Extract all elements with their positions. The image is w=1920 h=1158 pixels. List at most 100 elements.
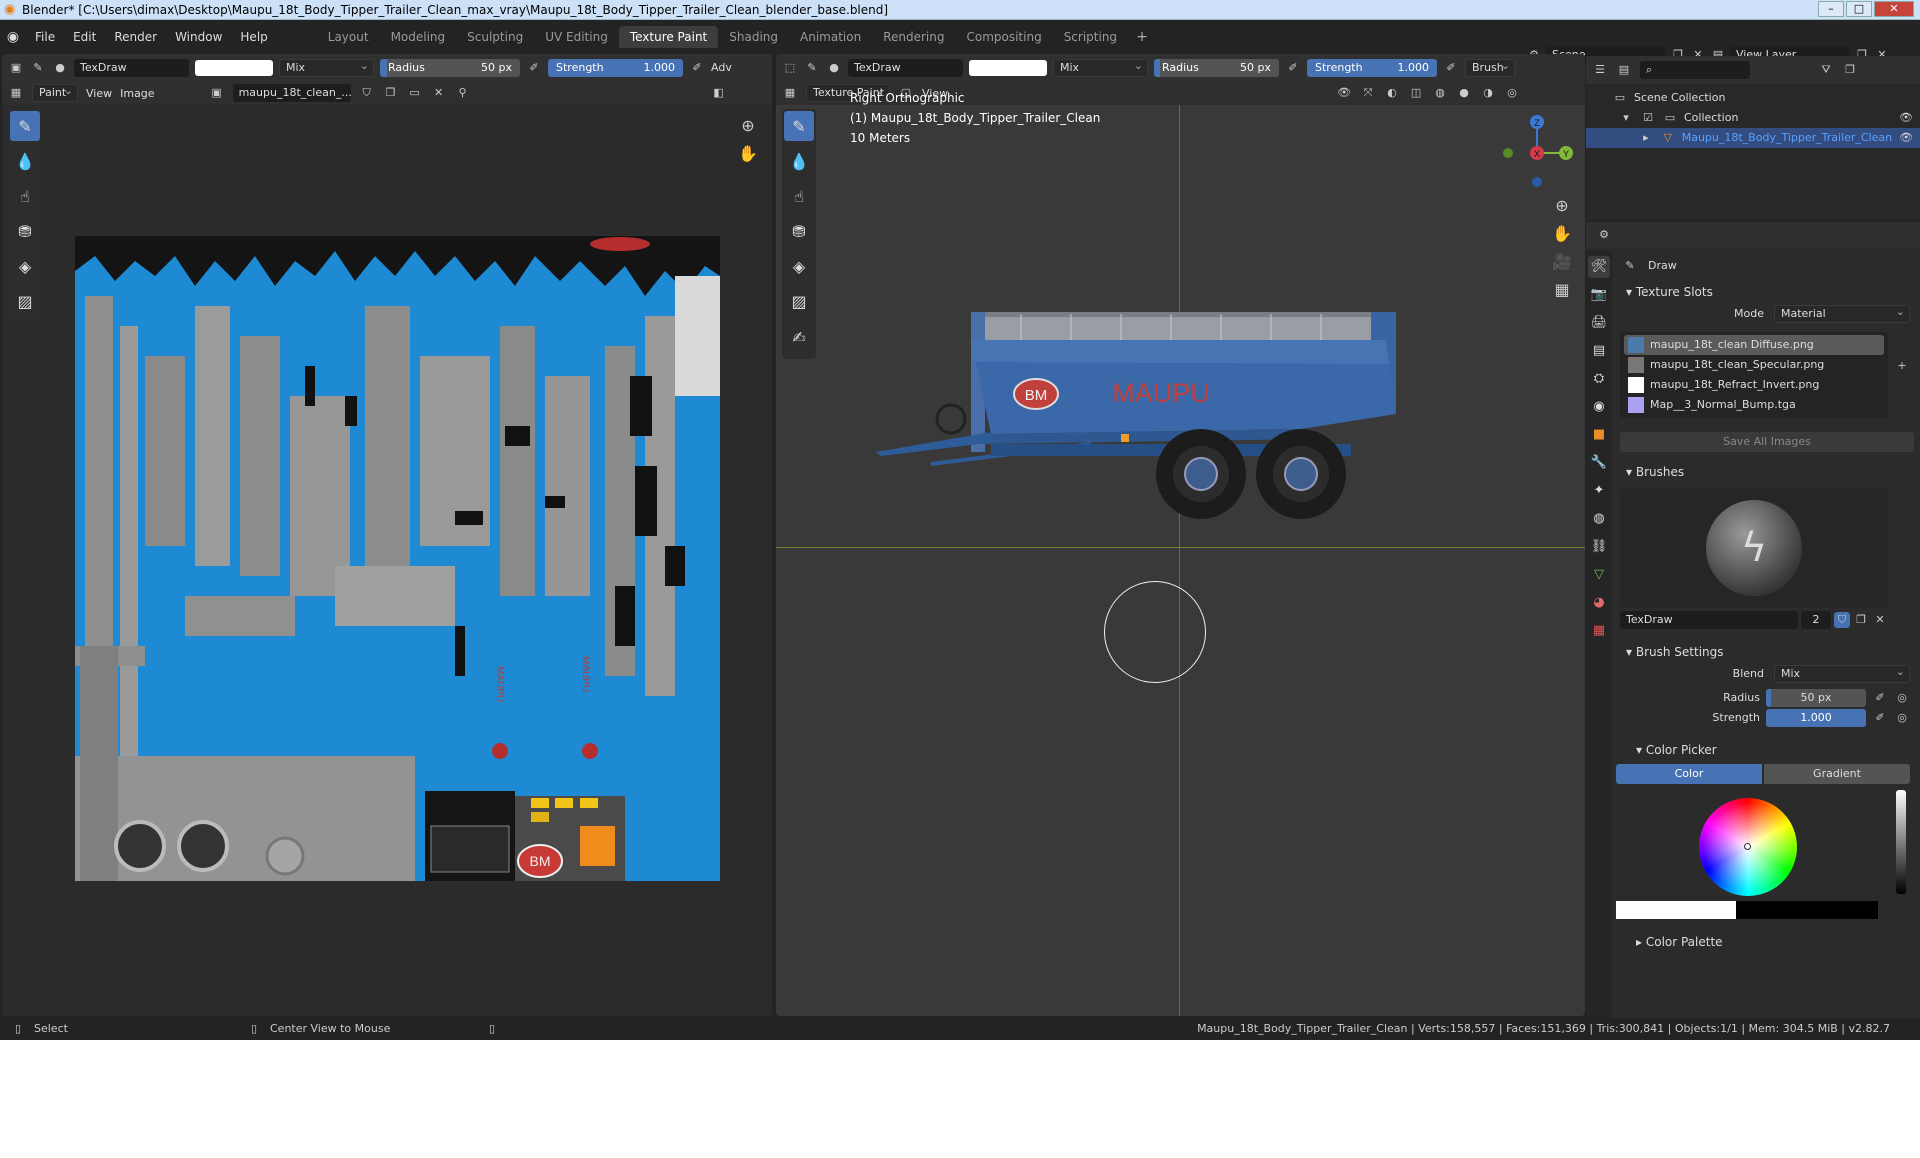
strength-slider[interactable]: Strength 1.000 (1307, 58, 1437, 77)
smear-tool-icon[interactable]: ☝ (10, 181, 40, 211)
smear-tool-icon[interactable]: ☝ (784, 181, 814, 211)
modifier-tab-icon[interactable]: 🔧 (1588, 452, 1610, 474)
gradient-tab[interactable]: Gradient (1764, 764, 1910, 784)
strength-unified-icon[interactable]: ◎ (1894, 710, 1910, 726)
tab-rendering[interactable]: Rendering (872, 26, 955, 48)
new-collection-icon[interactable]: ❐ (1842, 62, 1858, 78)
image-name-field[interactable]: maupu_18t_clean_... (232, 84, 352, 102)
brushes-panel-header[interactable]: ▾ Brushes (1616, 460, 1914, 484)
radius-pressure-icon[interactable]: ✐ (1872, 690, 1888, 706)
radius-slider[interactable]: Radius 50 px (380, 58, 520, 77)
outliner-editor-icon[interactable]: ☰ (1592, 62, 1608, 78)
strength-pressure-icon[interactable]: ✐ (689, 60, 705, 76)
brush-menu-dropdown[interactable]: Brush (1465, 58, 1515, 77)
strength-pressure-icon[interactable]: ✐ (1872, 710, 1888, 726)
solid-shading-icon[interactable]: ● (1456, 85, 1472, 101)
value-slider[interactable] (1896, 790, 1906, 894)
brush-tool-icon[interactable]: ✎ (30, 60, 46, 76)
color-tab[interactable]: Color (1616, 764, 1762, 784)
blender-menu-icon[interactable]: ◉ (0, 29, 26, 45)
texture-tab-icon[interactable]: ▦ (1588, 620, 1610, 642)
draw-tool-icon[interactable]: ✎ (10, 111, 40, 141)
fake-user-icon[interactable]: ⛉ (359, 85, 375, 101)
fake-user-shield-icon[interactable]: ⛉ (1834, 612, 1850, 628)
add-slot-icon[interactable]: + (1894, 358, 1910, 374)
tab-layout[interactable]: Layout (317, 26, 380, 48)
blend-mode-dropdown[interactable]: Mix (1053, 58, 1148, 77)
tab-sculpting[interactable]: Sculpting (456, 26, 534, 48)
fill-tool-icon[interactable]: ◈ (10, 251, 40, 281)
tab-compositing[interactable]: Compositing (955, 26, 1052, 48)
strength-slider[interactable]: Strength 1.000 (548, 58, 683, 77)
ortho-grid-icon[interactable]: ▦ (1550, 278, 1574, 302)
world-tab-icon[interactable]: ◉ (1588, 396, 1610, 418)
mask-tool-icon[interactable]: ▨ (784, 286, 814, 316)
xray-icon[interactable]: ◫ (1408, 85, 1424, 101)
zoom-icon[interactable]: ⊕ (736, 114, 760, 138)
texture-slot-item[interactable]: maupu_18t_clean Diffuse.png (1624, 335, 1884, 355)
brush-name-field[interactable]: TexDraw (1620, 611, 1798, 629)
checkbox-icon[interactable]: ☑ (1640, 110, 1656, 126)
zoom-icon[interactable]: ⊕ (1550, 194, 1574, 218)
brush-data-icon[interactable]: ● (826, 60, 842, 76)
pan-hand-icon[interactable]: ✋ (1550, 222, 1574, 246)
editor-type-icon[interactable]: ▣ (8, 60, 24, 76)
texture-mode-dropdown[interactable]: Material (1774, 304, 1910, 323)
brush-name-field[interactable]: TexDraw (848, 58, 963, 77)
duplicate-brush-icon[interactable]: ❐ (1853, 612, 1869, 628)
image-menu[interactable]: Image (120, 87, 154, 100)
advanced-menu[interactable]: Adv (711, 61, 732, 74)
open-image-icon[interactable]: ▭ (407, 85, 423, 101)
camera-view-icon[interactable]: 🎥 (1550, 250, 1574, 274)
maximize-button[interactable]: □ (1846, 1, 1872, 17)
object-row[interactable]: ▸ ▽ Maupu_18t_Body_Tipper_Trailer_Clean … (1586, 128, 1920, 148)
material-tab-icon[interactable]: ◕ (1588, 592, 1610, 614)
draw-tool-icon[interactable]: ✎ (784, 111, 814, 141)
output-tab-icon[interactable]: 🖨 (1588, 312, 1610, 334)
constraints-tab-icon[interactable]: ⛓ (1588, 536, 1610, 558)
tab-animation[interactable]: Animation (789, 26, 872, 48)
clone-tool-icon[interactable]: ⛃ (10, 216, 40, 246)
display-channels-icon[interactable]: ◧ (711, 85, 727, 101)
clone-tool-icon[interactable]: ⛃ (784, 216, 814, 246)
add-workspace-button[interactable]: + (1128, 29, 1156, 45)
color-wheel-cursor[interactable] (1744, 843, 1751, 850)
brush-name-field[interactable]: TexDraw (74, 58, 189, 77)
radius-pressure-icon[interactable]: ✐ (526, 60, 542, 76)
close-button[interactable]: ✕ (1874, 1, 1914, 17)
texture-slot-item[interactable]: Map__3_Normal_Bump.tga (1624, 395, 1884, 415)
save-all-images-button[interactable]: Save All Images (1620, 432, 1914, 452)
texture-slot-item[interactable]: maupu_18t_Refract_Invert.png (1624, 375, 1884, 395)
material-shading-icon[interactable]: ◑ (1480, 85, 1496, 101)
uv-texture-image[interactable]: BM MAUPU MAUPU (75, 236, 720, 881)
soften-tool-icon[interactable]: 💧 (10, 146, 40, 176)
scene-tab-icon[interactable]: ⛭ (1588, 368, 1610, 390)
new-image-icon[interactable]: ❐ (383, 85, 399, 101)
blend-mode-dropdown[interactable]: Mix (279, 58, 374, 77)
collection-row[interactable]: ▾ ☑ ▭ Collection 👁 (1586, 108, 1920, 128)
tab-scripting[interactable]: Scripting (1053, 26, 1128, 48)
scene-collection-row[interactable]: ▭ Scene Collection (1586, 88, 1920, 108)
soften-tool-icon[interactable]: 💧 (784, 146, 814, 176)
texture-paint-mode-icon[interactable]: ▦ (782, 85, 798, 101)
menu-window[interactable]: Window (166, 30, 231, 44)
view-layer-tab-icon[interactable]: ▤ (1588, 340, 1610, 362)
pan-hand-icon[interactable]: ✋ (736, 142, 760, 166)
radius-unit-icon[interactable]: ◎ (1894, 690, 1910, 706)
editor-type-icon[interactable]: ⬚ (782, 60, 798, 76)
expand-arrow-icon[interactable]: ▾ (1618, 110, 1634, 126)
wireframe-shading-icon[interactable]: ◍ (1432, 85, 1448, 101)
minimize-button[interactable]: – (1818, 1, 1844, 17)
current-color-swatch[interactable] (1616, 901, 1736, 919)
pin-icon[interactable]: ⚲ (455, 85, 471, 101)
menu-help[interactable]: Help (231, 30, 276, 44)
menu-render[interactable]: Render (105, 30, 166, 44)
mesh-data-tab-icon[interactable]: ▽ (1588, 564, 1610, 586)
physics-tab-icon[interactable]: ◍ (1588, 508, 1610, 530)
brush-settings-panel-header[interactable]: ▾ Brush Settings (1616, 640, 1914, 664)
rendered-shading-icon[interactable]: ◎ (1504, 85, 1520, 101)
color-palette-panel-header[interactable]: ▸ Color Palette (1616, 930, 1914, 954)
brush-color-swatch[interactable] (195, 59, 273, 76)
brush-preview[interactable]: ϟ (1620, 488, 1888, 608)
view-menu[interactable]: View (86, 87, 112, 100)
